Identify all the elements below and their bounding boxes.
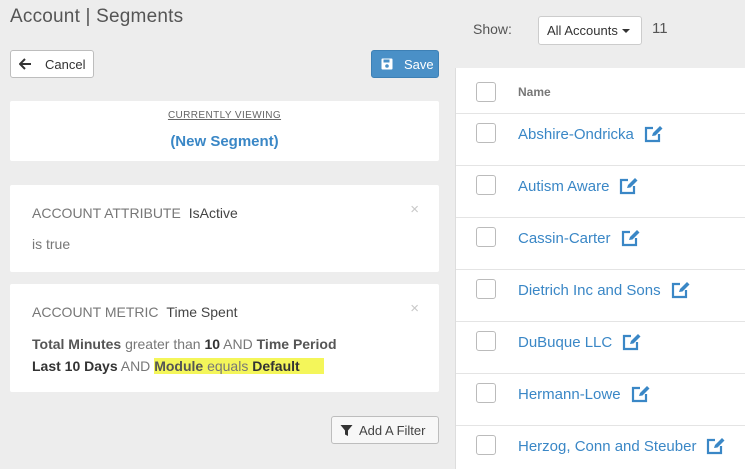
cancel-label: Cancel (45, 56, 86, 72)
select-all-checkbox[interactable] (476, 82, 496, 102)
table-row: DuBuque LLC (456, 322, 745, 374)
row-checkbox[interactable] (476, 435, 496, 455)
table-row: Dietrich Inc and Sons (456, 270, 745, 322)
edit-icon[interactable] (644, 125, 664, 143)
condition-operator: equals (203, 358, 253, 374)
account-name-link[interactable]: Hermann-Lowe (518, 385, 651, 403)
account-name-link[interactable]: Autism Aware (518, 177, 639, 195)
table-row: Autism Aware (456, 166, 745, 218)
page-title: Account | Segments (10, 6, 184, 27)
row-checkbox[interactable] (476, 383, 496, 403)
condition-field: Time Period (256, 336, 337, 352)
edit-icon[interactable] (621, 229, 641, 247)
close-icon[interactable]: × (410, 202, 419, 217)
row-checkbox[interactable] (476, 227, 496, 247)
segment-name[interactable]: (New Segment) (10, 133, 439, 150)
condition-value: 10 (204, 336, 221, 352)
caret-down-icon (621, 28, 630, 33)
account-name[interactable]: Hermann-Lowe (518, 386, 621, 403)
condition-field: Total Minutes (32, 336, 122, 352)
filter-card-attribute: ACCOUNT ATTRIBUTE IsActive × is true (10, 185, 439, 272)
filter-name: IsActive (188, 205, 238, 221)
cancel-button[interactable]: Cancel (10, 50, 94, 78)
add-filter-button[interactable]: Add A Filter (331, 416, 439, 444)
table-row: Abshire-Ondricka (456, 114, 745, 166)
add-filter-label: Add A Filter (359, 422, 426, 438)
edit-icon[interactable] (706, 437, 726, 455)
floppy-disk-icon (381, 58, 394, 70)
highlighted-condition: Module equals Default (154, 358, 324, 374)
row-checkbox[interactable] (476, 331, 496, 351)
close-icon[interactable]: × (410, 301, 419, 316)
account-name[interactable]: DuBuque LLC (518, 334, 612, 351)
edit-icon[interactable] (631, 385, 651, 403)
select-value: All Accounts (547, 23, 618, 38)
table-header: Name (456, 68, 745, 114)
account-name-link[interactable]: Dietrich Inc and Sons (518, 281, 691, 299)
row-checkbox[interactable] (476, 175, 496, 195)
account-name-link[interactable]: Cassin-Carter (518, 229, 641, 247)
account-filter-select[interactable]: All Accounts (538, 16, 642, 45)
filter-condition: is true (32, 236, 71, 252)
condition-field: Module (154, 358, 204, 374)
table-row: Hermann-Lowe (456, 374, 745, 426)
account-name[interactable]: Autism Aware (518, 178, 609, 195)
save-label: Save (404, 56, 434, 72)
save-button[interactable]: Save (371, 50, 439, 78)
filter-type: ACCOUNT ATTRIBUTE (32, 205, 181, 221)
condition-operator: greater than (121, 336, 205, 352)
show-label: Show: (473, 21, 512, 37)
currently-viewing-card: CURRENTLY VIEWING (New Segment) (10, 101, 439, 161)
table-row: Herzog, Conn and Steuber (456, 426, 745, 469)
condition-value: Default (252, 358, 300, 374)
funnel-icon (340, 424, 353, 437)
table-row: Cassin-Carter (456, 218, 745, 270)
account-name-link[interactable]: DuBuque LLC (518, 333, 642, 351)
filter-header: ACCOUNT METRIC Time Spent (32, 304, 238, 320)
account-name-link[interactable]: Abshire-Ondricka (518, 125, 664, 143)
arrow-left-icon (19, 58, 33, 70)
edit-icon[interactable] (622, 333, 642, 351)
filter-header: ACCOUNT ATTRIBUTE IsActive (32, 205, 238, 221)
condition-value: Last 10 Days (32, 358, 118, 374)
edit-icon[interactable] (671, 281, 691, 299)
filter-name: Time Spent (166, 304, 238, 320)
account-name-link[interactable]: Herzog, Conn and Steuber (518, 437, 726, 455)
filter-condition: Total Minutes greater than 10 AND Time P… (32, 333, 412, 377)
account-count: 11 (652, 20, 668, 37)
edit-icon[interactable] (619, 177, 639, 195)
condition-and: AND (220, 336, 257, 352)
account-name[interactable]: Herzog, Conn and Steuber (518, 438, 696, 455)
filter-type: ACCOUNT METRIC (32, 304, 159, 320)
row-checkbox[interactable] (476, 279, 496, 299)
accounts-table: Name Abshire-Ondricka Autism Aware Cassin-… (455, 68, 745, 469)
condition-and: AND (117, 358, 155, 374)
account-name[interactable]: Cassin-Carter (518, 230, 611, 247)
currently-viewing-label[interactable]: CURRENTLY VIEWING (10, 110, 439, 121)
column-header-name[interactable]: Name (518, 85, 551, 99)
filter-card-metric: ACCOUNT METRIC Time Spent × Total Minute… (10, 284, 439, 392)
row-checkbox[interactable] (476, 123, 496, 143)
account-name[interactable]: Abshire-Ondricka (518, 126, 634, 143)
account-name[interactable]: Dietrich Inc and Sons (518, 282, 661, 299)
